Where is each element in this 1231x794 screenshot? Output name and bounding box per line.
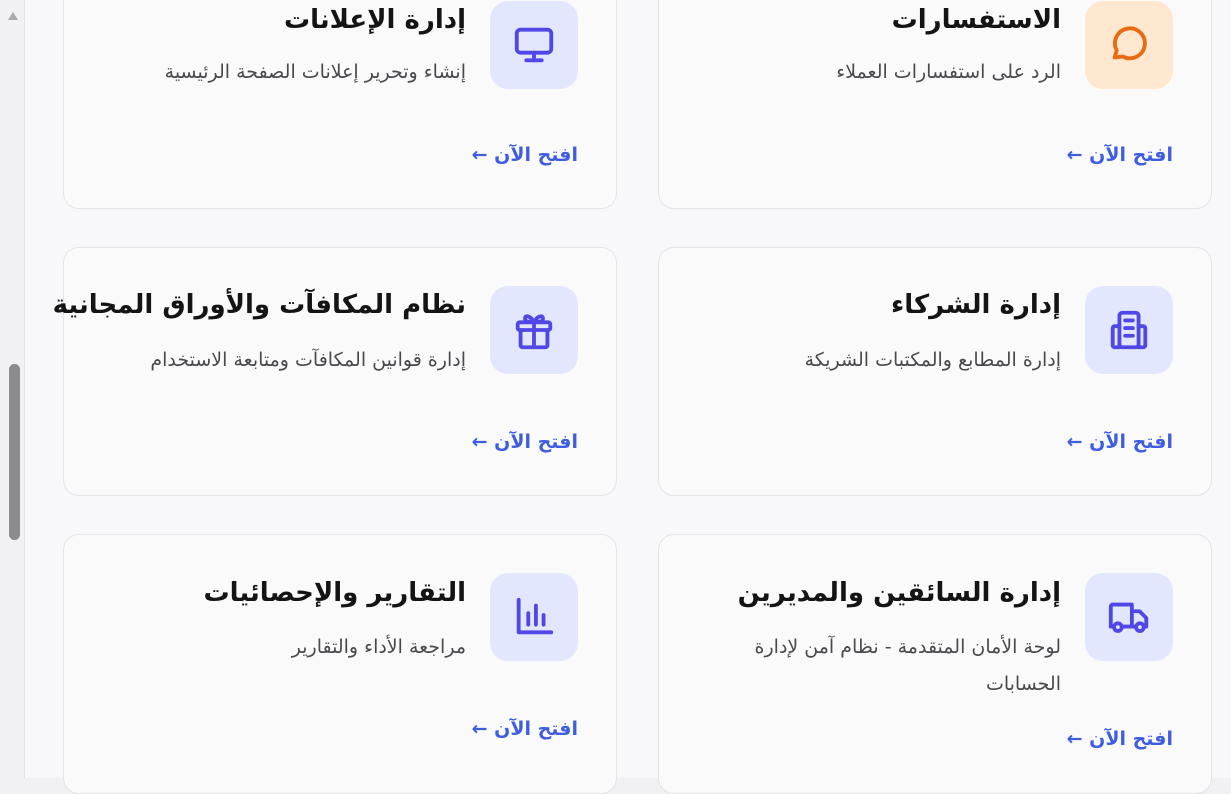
card-description: مراجعة الأداء والتقارير — [291, 636, 466, 658]
open-now-link[interactable]: افتح الآن ← — [1067, 144, 1173, 166]
card-title: إدارة الشركاء — [890, 290, 1061, 320]
card-title: إدارة السائقين والمديرين — [737, 578, 1061, 608]
bar-chart-icon — [516, 597, 554, 635]
gift-icon — [515, 314, 553, 350]
card-title: الاستفسارات — [891, 5, 1061, 35]
building-icon — [1110, 310, 1148, 350]
card-icon-box — [1085, 573, 1173, 661]
card-icon-box — [490, 1, 578, 89]
card-title: إدارة الإعلانات — [284, 5, 466, 35]
chat-bubble-icon — [1112, 26, 1147, 61]
card-icon-box — [490, 573, 578, 661]
card-partners-management[interactable]: إدارة الشركاء إدارة المطابع والمكتبات ال… — [658, 247, 1212, 496]
scroll-up-arrow-icon[interactable] — [8, 12, 18, 20]
open-now-link[interactable]: افتح الآن ← — [472, 144, 578, 166]
truck-icon — [1108, 602, 1149, 633]
card-inquiries[interactable]: الاستفسارات الرد على استفسارات العملاء ا… — [658, 0, 1212, 209]
vertical-scrollbar[interactable] — [0, 0, 25, 778]
dashboard-grid: إدارة الإعلانات إنشاء وتحرير إعلانات الص… — [25, 0, 1231, 794]
card-description: إدارة قوانين المكافآت ومتابعة الاستخدام — [150, 349, 466, 371]
card-description: إدارة المطابع والمكتبات الشريكة — [804, 349, 1061, 371]
card-description: لوحة الأمان المتقدمة - نظام آمن لإدارة ا… — [754, 636, 1061, 695]
card-title: نظام المكافآت والأوراق المجانية — [52, 290, 466, 320]
card-reports-statistics[interactable]: التقارير والإحصائيات مراجعة الأداء والتق… — [63, 534, 617, 794]
card-description: الرد على استفسارات العملاء — [836, 61, 1061, 83]
scrollbar-thumb[interactable] — [9, 364, 20, 540]
card-icon-box — [490, 286, 578, 374]
open-now-link[interactable]: افتح الآن ← — [472, 431, 578, 453]
monitor-icon — [514, 27, 554, 63]
card-icon-box — [1085, 1, 1173, 89]
card-rewards-system[interactable]: نظام المكافآت والأوراق المجانية إدارة قو… — [53, 247, 617, 496]
card-drivers-managers[interactable]: إدارة السائقين والمديرين لوحة الأمان الم… — [658, 534, 1212, 794]
card-icon-box — [1085, 286, 1173, 374]
open-now-link[interactable]: افتح الآن ← — [1067, 728, 1173, 750]
card-description: إنشاء وتحرير إعلانات الصفحة الرئيسية — [164, 61, 466, 83]
card-title: التقارير والإحصائيات — [203, 578, 466, 608]
open-now-link[interactable]: افتح الآن ← — [1067, 431, 1173, 453]
open-now-link[interactable]: افتح الآن ← — [472, 718, 578, 740]
card-ads-management[interactable]: إدارة الإعلانات إنشاء وتحرير إعلانات الص… — [63, 0, 617, 209]
